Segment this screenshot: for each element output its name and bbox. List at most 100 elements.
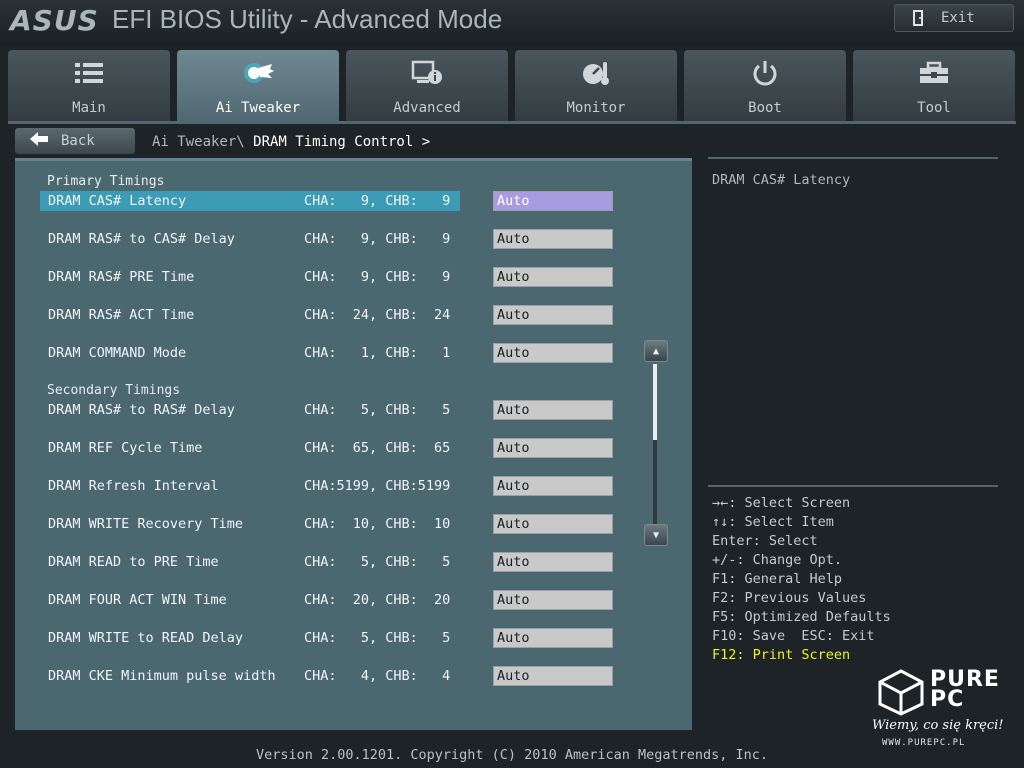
monitor-gauge-icon [581, 60, 611, 86]
setting-row[interactable]: DRAM FOUR ACT WIN Time CHA: 20, CHB: 20 [40, 590, 460, 610]
setting-current-value: CHA: 10, CHB: 10 [304, 516, 451, 532]
tab-main-label: Main [72, 100, 106, 116]
back-button[interactable]: Back [15, 128, 135, 154]
setting-current-value: CHA: 20, CHB: 20 [304, 592, 451, 608]
power-icon [751, 60, 779, 86]
scroll-down-button[interactable]: ▼ [644, 524, 668, 546]
tab-underline [8, 121, 1016, 124]
purepc-cube-icon [878, 669, 924, 716]
setting-row[interactable]: DRAM CAS# Latency CHA: 9, CHB: 9 [40, 191, 460, 211]
purepc-tagline: Wiemy, co się kręci! [872, 718, 1004, 733]
setting-row[interactable]: DRAM WRITE Recovery Time CHA: 10, CHB: 1… [40, 514, 460, 534]
key-hint-print-screen: F12: Print Screen [712, 647, 851, 663]
setting-current-value: CHA: 9, CHB: 9 [304, 193, 451, 209]
key-hint: F10: Save ESC: Exit [712, 628, 875, 644]
arrow-up-icon: ▲ [652, 345, 660, 357]
scrollbar-thumb[interactable] [653, 364, 657, 440]
tab-tool-label: Tool [917, 100, 951, 116]
setting-row[interactable]: DRAM COMMAND Mode CHA: 1, CHB: 1 [40, 343, 460, 363]
setting-current-value: CHA: 5, CHB: 5 [304, 554, 451, 570]
purepc-brand-pc: PC [930, 687, 965, 712]
setting-label: DRAM CKE Minimum pulse width [48, 668, 276, 684]
setting-label: DRAM RAS# to CAS# Delay [48, 231, 235, 247]
setting-label: DRAM Refresh Interval [48, 478, 219, 494]
tab-monitor[interactable]: Monitor [515, 50, 677, 122]
setting-option-dropdown[interactable]: Auto [493, 666, 613, 686]
advanced-info-icon [411, 60, 443, 86]
breadcrumb-parent[interactable]: Ai Tweaker\ [152, 134, 245, 150]
key-hint: +/-: Change Opt. [712, 552, 843, 568]
key-hint: F2: Previous Values [712, 590, 867, 606]
setting-current-value: CHA: 24, CHB: 24 [304, 307, 451, 323]
setting-option-dropdown[interactable]: Auto [493, 552, 613, 572]
exit-door-icon [909, 8, 929, 28]
tab-ai-tweaker-label: Ai Tweaker [215, 100, 301, 116]
setting-option-dropdown[interactable]: Auto [493, 438, 613, 458]
setting-option-dropdown[interactable]: Auto [493, 400, 613, 420]
key-hint: →←: Select Screen [712, 495, 851, 511]
section-primary-timings: Primary Timings [47, 174, 165, 189]
setting-option-dropdown[interactable]: Auto [493, 514, 613, 534]
setting-option-dropdown[interactable]: Auto [493, 628, 613, 648]
asus-logo: ASUS [10, 4, 99, 37]
setting-row[interactable]: DRAM WRITE to READ Delay CHA: 5, CHB: 5 [40, 628, 460, 648]
back-arrow-icon [29, 131, 49, 151]
setting-row[interactable]: DRAM RAS# to RAS# Delay CHA: 5, CHB: 5 [40, 400, 460, 420]
tab-monitor-label: Monitor [566, 100, 626, 116]
exit-button[interactable]: Exit [894, 4, 1014, 32]
tab-boot[interactable]: Boot [684, 50, 846, 122]
version-footer: Version 2.00.1201. Copyright (C) 2010 Am… [255, 747, 769, 763]
setting-current-value: CHA: 5, CHB: 5 [304, 630, 451, 646]
tab-advanced-label: Advanced [393, 100, 461, 116]
setting-current-value: CHA: 9, CHB: 9 [304, 231, 451, 247]
setting-current-value: CHA: 9, CHB: 9 [304, 269, 451, 285]
setting-label: DRAM RAS# PRE Time [48, 269, 195, 285]
setting-current-value: CHA: 4, CHB: 4 [304, 668, 451, 684]
setting-label: DRAM REF Cycle Time [48, 440, 203, 456]
setting-current-value: CHA: 1, CHB: 1 [304, 345, 451, 361]
setting-row[interactable]: DRAM RAS# ACT Time CHA: 24, CHB: 24 [40, 305, 460, 325]
setting-option-dropdown[interactable]: Auto [493, 229, 613, 249]
tab-boot-label: Boot [748, 100, 782, 116]
app-title: EFI BIOS Utility - Advanced Mode [112, 4, 503, 34]
exit-label: Exit [941, 10, 975, 26]
purepc-brand: PURE PC [930, 669, 1000, 712]
setting-label: DRAM RAS# ACT Time [48, 307, 195, 323]
setting-option-dropdown[interactable]: Auto [493, 343, 613, 363]
setting-row[interactable]: DRAM READ to PRE Time CHA: 5, CHB: 5 [40, 552, 460, 572]
setting-option-dropdown[interactable]: Auto [493, 590, 613, 610]
scroll-up-button[interactable]: ▲ [644, 340, 668, 362]
setting-label: DRAM WRITE Recovery Time [48, 516, 244, 532]
setting-label: DRAM READ to PRE Time [48, 554, 219, 570]
header-bar: ASUS EFI BIOS Utility - Advanced Mode Ex… [0, 0, 1024, 46]
section-secondary-timings: Secondary Timings [47, 383, 181, 398]
tab-advanced[interactable]: Advanced [346, 50, 508, 122]
back-label: Back [61, 133, 95, 149]
item-help-text: DRAM CAS# Latency [712, 172, 851, 188]
setting-option-dropdown[interactable]: Auto [493, 305, 613, 325]
setting-option-dropdown[interactable]: Auto [493, 191, 613, 211]
help-divider-top [708, 157, 998, 159]
setting-row[interactable]: DRAM REF Cycle Time CHA: 65, CHB: 65 [40, 438, 460, 458]
setting-option-dropdown[interactable]: Auto [493, 476, 613, 496]
setting-label: DRAM WRITE to READ Delay [48, 630, 244, 646]
key-legend: →←: Select Screen ↑↓: Select Item Enter:… [712, 494, 891, 665]
arrow-down-icon: ▼ [652, 529, 660, 541]
setting-row[interactable]: DRAM RAS# PRE Time CHA: 9, CHB: 9 [40, 267, 460, 287]
setting-option-dropdown[interactable]: Auto [493, 267, 613, 287]
setting-row[interactable]: DRAM RAS# to CAS# Delay CHA: 9, CHB: 9 [40, 229, 460, 249]
toolbox-icon [918, 60, 950, 86]
setting-row[interactable]: DRAM Refresh Interval CHA:5199, CHB:5199 [40, 476, 460, 496]
setting-label: DRAM RAS# to RAS# Delay [48, 402, 235, 418]
tab-tool[interactable]: Tool [853, 50, 1015, 122]
setting-label: DRAM COMMAND Mode [48, 345, 187, 361]
help-divider-keys [708, 485, 998, 487]
tweaker-icon [240, 60, 276, 86]
setting-current-value: CHA:5199, CHB:5199 [304, 478, 451, 494]
purepc-watermark: PURE PC Wiemy, co się kręci! WWW.PUREPC.… [872, 664, 1020, 752]
setting-row[interactable]: DRAM CKE Minimum pulse width CHA: 4, CHB… [40, 666, 460, 686]
key-hint: F1: General Help [712, 571, 843, 587]
tab-ai-tweaker[interactable]: Ai Tweaker [177, 50, 339, 122]
key-hint: ↑↓: Select Item [712, 514, 834, 530]
tab-main[interactable]: Main [8, 50, 170, 122]
